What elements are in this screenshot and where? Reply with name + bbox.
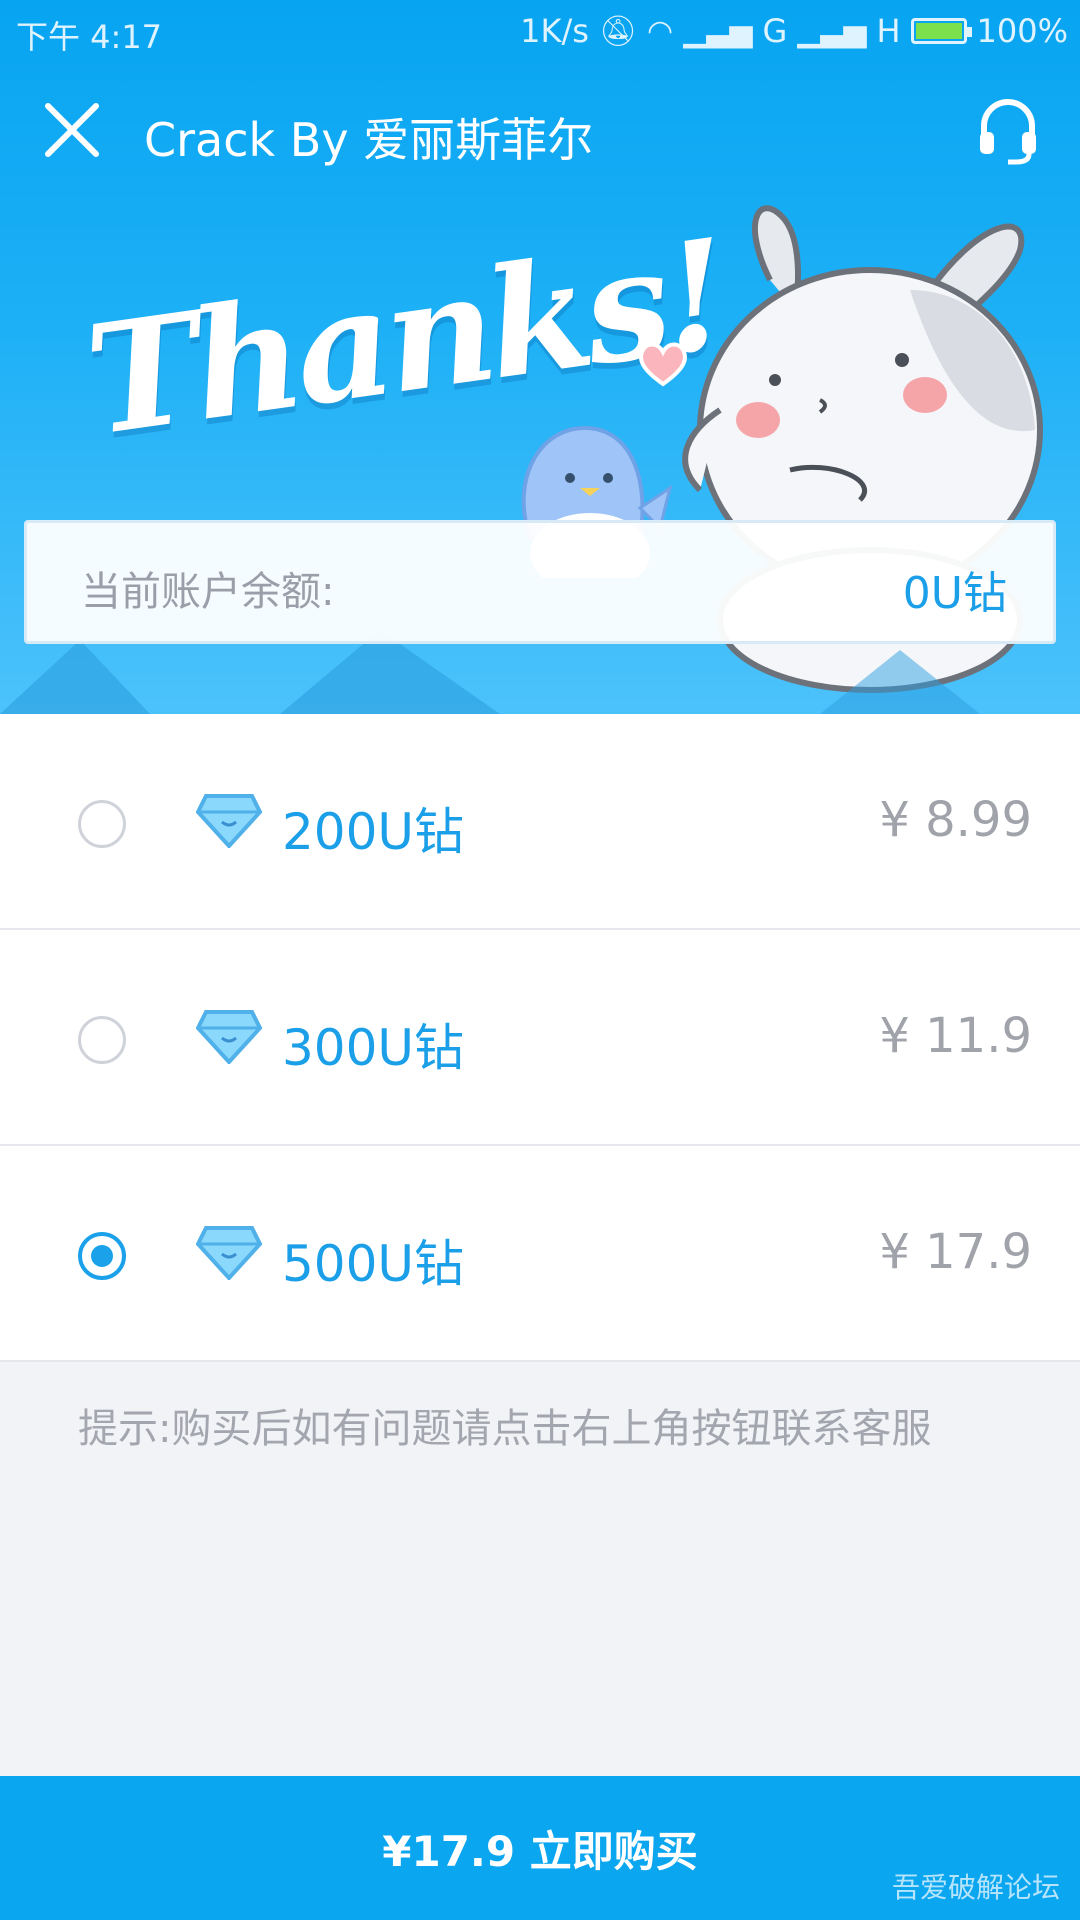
signal-h-label: H: [876, 12, 901, 50]
package-label: 500U钻: [282, 1235, 465, 1293]
hero-banner: 下午 4:17 1K/s 🔕︎ ◠ ▁▃▅ G ▁▃▅ H 100% Crack…: [0, 0, 1080, 714]
balance-value: 0U钻: [902, 568, 1007, 619]
tip-text: 提示:购买后如有问题请点击右上角按钮联系客服: [78, 1406, 932, 1452]
status-bar: 下午 4:17 1K/s 🔕︎ ◠ ▁▃▅ G ▁▃▅ H 100%: [0, 0, 1080, 62]
package-price: ¥ 11.9: [879, 1008, 1032, 1064]
wifi-icon: ◠: [647, 13, 674, 49]
buy-button-label: ¥17.9 立即购买: [382, 1826, 698, 1876]
balance-label: 当前账户余额:: [81, 569, 335, 615]
package-option-500[interactable]: 500U钻 ¥ 17.9: [0, 1146, 1080, 1362]
page-title: Crack By 爱丽斯菲尔: [144, 113, 594, 167]
signal-icon: ▁▃▅: [683, 13, 753, 49]
diamond-icon: [196, 1226, 262, 1280]
signal-g-label: G: [762, 12, 788, 50]
status-time: 下午 4:17: [16, 18, 163, 56]
status-icons: 1K/s 🔕︎ ◠ ▁▃▅ G ▁▃▅ H 100%: [520, 12, 1068, 50]
battery-icon: [910, 18, 972, 44]
radio-button-selected[interactable]: [78, 1232, 126, 1280]
diamond-icon: [196, 794, 262, 848]
package-price: ¥ 17.9: [879, 1224, 1032, 1280]
package-label: 300U钻: [282, 1019, 465, 1077]
mute-icon: 🔕︎: [598, 13, 638, 49]
headset-icon[interactable]: [976, 96, 1040, 166]
package-price: ¥ 8.99: [879, 792, 1032, 848]
package-option-300[interactable]: 300U钻 ¥ 11.9: [0, 930, 1080, 1146]
package-options-list: 200U钻 ¥ 8.99 300U钻 ¥ 11.9 500U钻 ¥ 17.9: [0, 714, 1080, 1362]
diamond-icon: [196, 1010, 262, 1064]
balance-card: 当前账户余额: 0U钻: [24, 520, 1056, 644]
package-option-200[interactable]: 200U钻 ¥ 8.99: [0, 714, 1080, 930]
package-label: 200U钻: [282, 803, 465, 861]
battery-percent: 100%: [976, 12, 1068, 50]
radio-button[interactable]: [78, 800, 126, 848]
watermark: 吾爱破解论坛: [891, 1871, 1060, 1904]
network-speed: 1K/s: [520, 12, 589, 50]
close-icon[interactable]: [40, 98, 104, 162]
radio-button[interactable]: [78, 1016, 126, 1064]
toolbar: Crack By 爱丽斯菲尔: [0, 62, 1080, 202]
signal-icon-2: ▁▃▅: [797, 13, 867, 49]
